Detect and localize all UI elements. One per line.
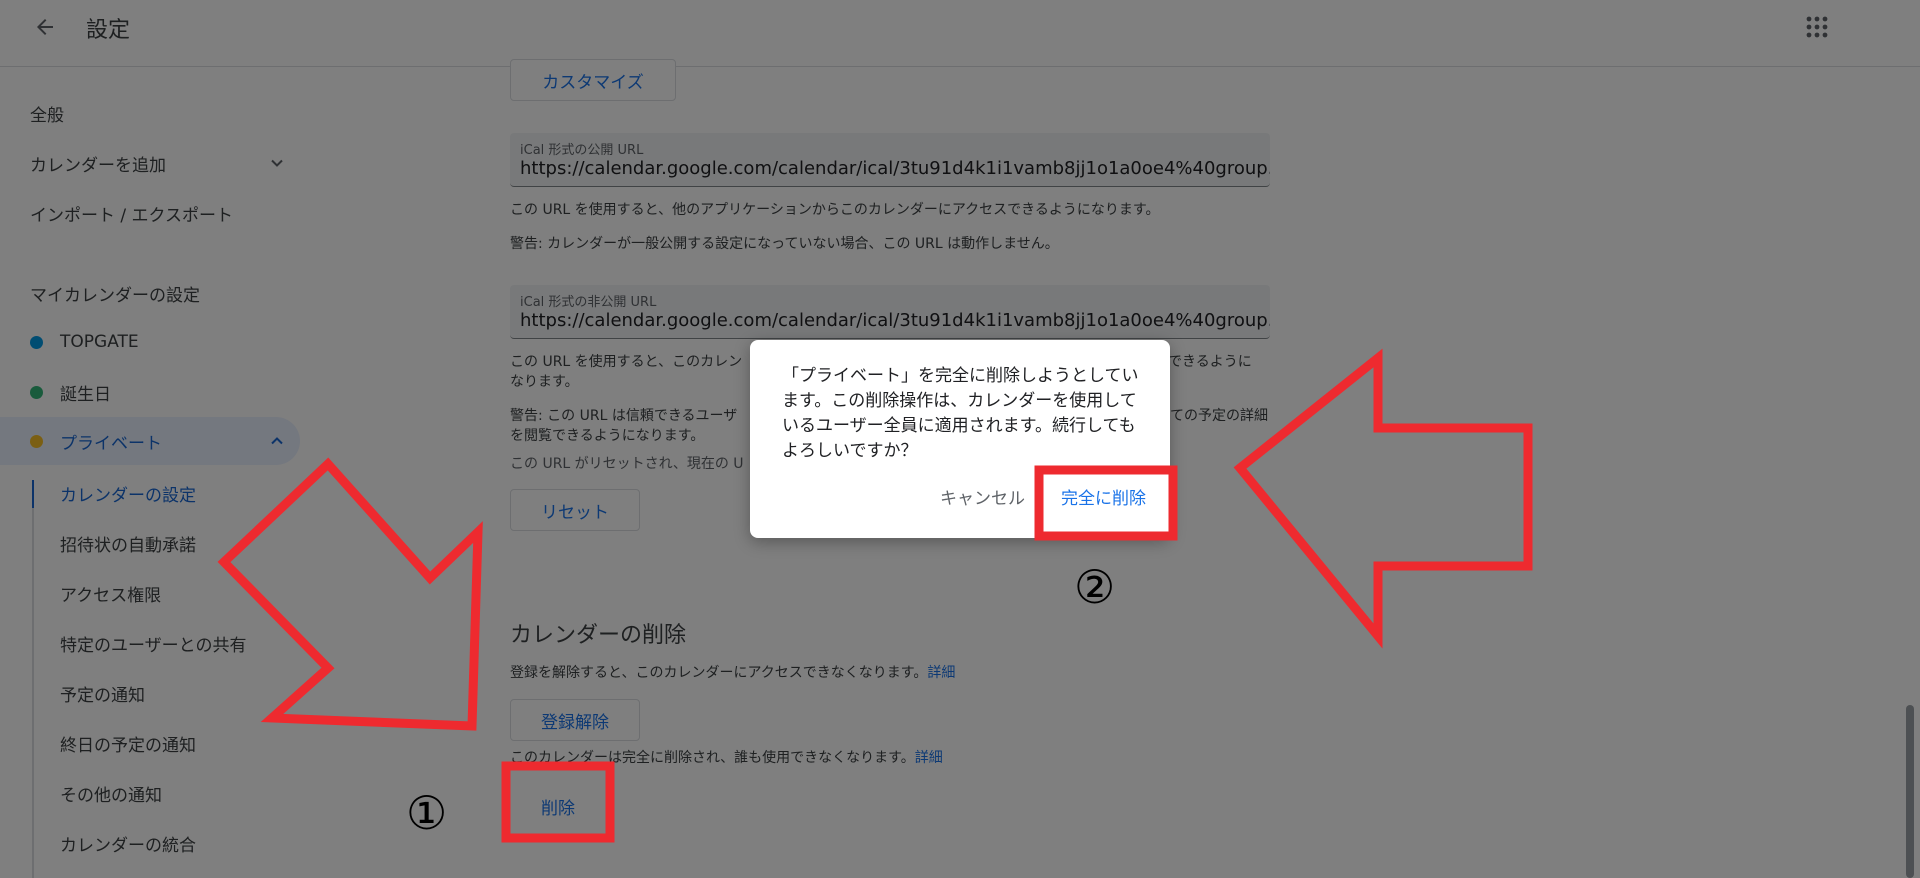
dialog-cancel-button[interactable]: キャンセル [940, 484, 1025, 509]
delete-confirmation-dialog: 「プライベート」を完全に削除しようとしています。この削除操作は、カレンダーを使用… [750, 340, 1170, 538]
annotation-step-2: ② [1074, 560, 1116, 614]
dialog-message: 「プライベート」を完全に削除しようとしています。この削除操作は、カレンダーを使用… [782, 366, 1139, 461]
annotation-step-1: ① [406, 786, 448, 840]
dialog-delete-permanently-button[interactable]: 完全に削除 [1061, 482, 1146, 511]
